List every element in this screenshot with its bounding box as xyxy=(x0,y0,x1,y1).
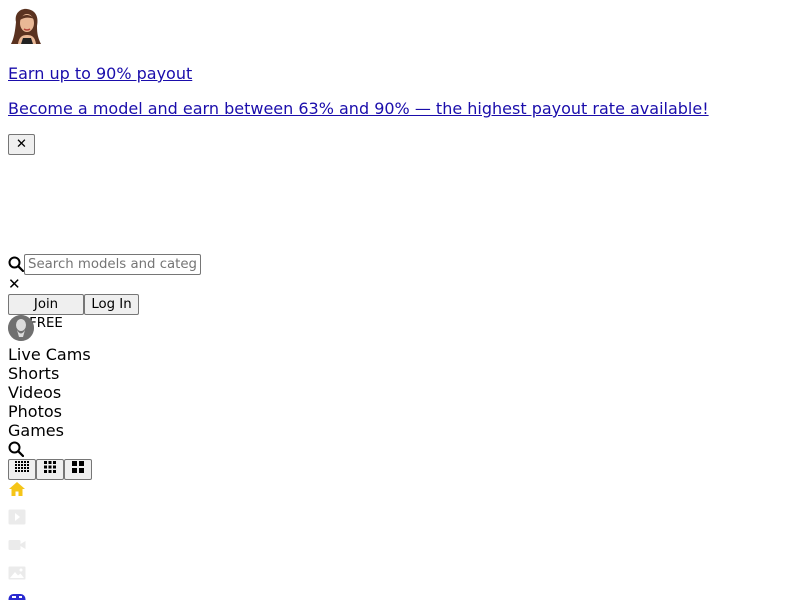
nav-item-videos[interactable]: Videos xyxy=(8,383,61,402)
promo-headline-link[interactable]: Earn up to 90% payout xyxy=(8,64,192,84)
search-clear-icon[interactable]: ✕ xyxy=(8,275,21,293)
grid-large-button[interactable] xyxy=(64,459,92,480)
search-icon[interactable] xyxy=(8,256,25,273)
nav-item-live-cams[interactable]: Live Cams xyxy=(8,345,91,364)
play-icon[interactable] xyxy=(8,509,26,525)
search-input[interactable] xyxy=(24,254,201,275)
nav-item-games[interactable]: Games xyxy=(8,421,64,440)
nav-item-shorts[interactable]: Shorts xyxy=(8,364,59,383)
grid-medium-button[interactable] xyxy=(36,459,64,480)
gamepad-icon[interactable] xyxy=(8,593,26,600)
promo-subtext-link[interactable]: Become a model and earn between 63% and … xyxy=(8,99,709,119)
image-icon[interactable] xyxy=(8,565,26,581)
login-button[interactable]: Log In xyxy=(84,294,139,315)
join-free-button[interactable]: Join FREE xyxy=(8,294,84,331)
home-icon[interactable] xyxy=(8,481,26,497)
grid-small-icon xyxy=(15,460,29,479)
nav-item-photos[interactable]: Photos xyxy=(8,402,62,421)
grid-medium-icon xyxy=(44,460,56,479)
grid-large-icon xyxy=(72,460,84,479)
promo-close-button[interactable]: ✕ xyxy=(8,134,35,155)
search-icon[interactable] xyxy=(8,441,25,458)
user-avatar-icon[interactable] xyxy=(8,315,34,341)
grid-small-button[interactable] xyxy=(8,459,36,480)
camera-icon[interactable] xyxy=(8,537,26,553)
promo-avatar xyxy=(8,8,44,44)
